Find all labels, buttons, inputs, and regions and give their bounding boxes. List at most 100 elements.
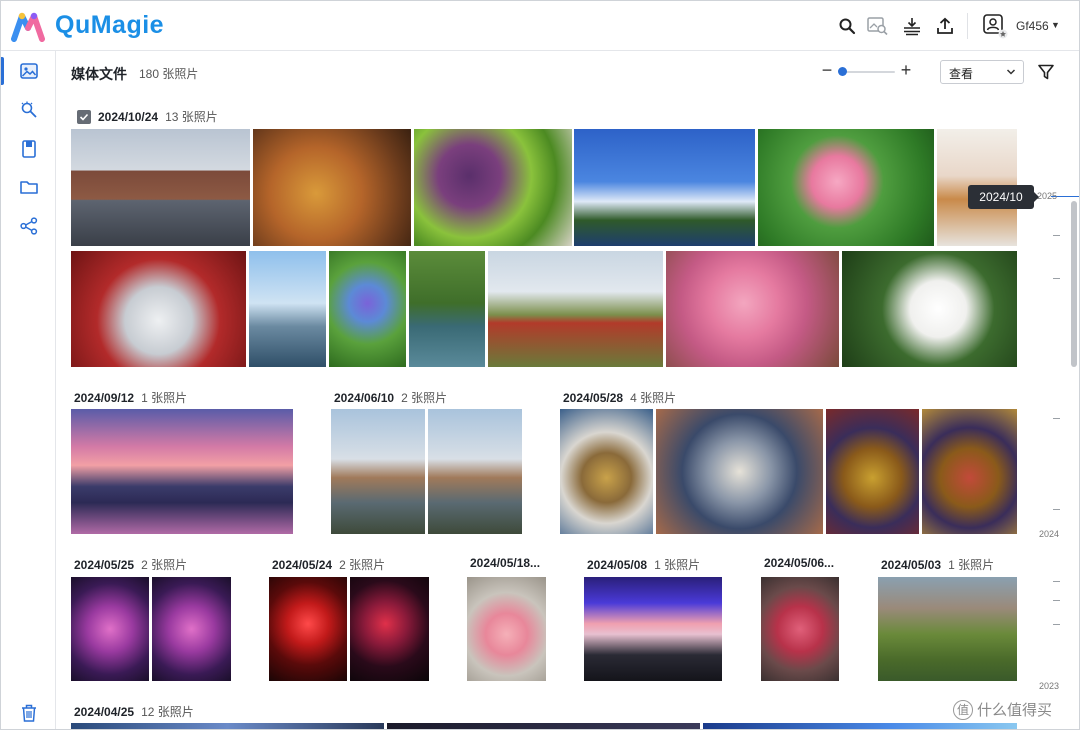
group-header-2024-05-24: 2024/05/24 2 张照片 bbox=[272, 556, 385, 573]
group-count: 4 张照片 bbox=[630, 391, 677, 405]
page-photo-count: 180 张照片 bbox=[139, 67, 199, 81]
photo-purple-hands-1[interactable] bbox=[71, 577, 149, 681]
timeline-tick bbox=[1053, 581, 1060, 582]
app-name: QuMagie bbox=[55, 11, 165, 39]
filter-icon[interactable] bbox=[1037, 63, 1055, 81]
timeline-year-2025: 2025 bbox=[1037, 191, 1058, 201]
sidebar-item-shared[interactable] bbox=[1, 208, 56, 244]
photo-city-buildings-2[interactable] bbox=[428, 409, 522, 534]
timeline-scrollbar-thumb[interactable] bbox=[1071, 201, 1077, 367]
photo-partial-3[interactable] bbox=[703, 723, 1017, 729]
chevron-down-icon bbox=[1006, 69, 1016, 75]
photo-picnic[interactable] bbox=[878, 577, 1017, 681]
group-date: 2024/05/28 bbox=[563, 390, 624, 405]
group-count: 1 张照片 bbox=[654, 558, 701, 572]
image-search-icon[interactable] bbox=[867, 15, 889, 37]
folder-icon bbox=[19, 181, 38, 194]
photo-blue-flower[interactable] bbox=[329, 251, 406, 367]
zoom-slider[interactable] bbox=[837, 67, 895, 76]
timeline-tick bbox=[1053, 624, 1060, 625]
timeline-year-2023: 2023 bbox=[1039, 681, 1060, 691]
zoom-slider-handle[interactable] bbox=[837, 67, 847, 76]
group-date: 2024/09/12 bbox=[74, 390, 135, 405]
photo-partial-1[interactable] bbox=[71, 723, 384, 729]
photo-brick-warehouse[interactable] bbox=[71, 129, 250, 246]
timeline-tick bbox=[1053, 509, 1060, 510]
photo-boat[interactable] bbox=[249, 251, 326, 367]
group-header-2024-05-08: 2024/05/08 1 张照片 bbox=[587, 556, 700, 573]
magic-wand-icon bbox=[21, 101, 37, 118]
sidebar-item-trash[interactable] bbox=[1, 695, 56, 729]
album-icon bbox=[21, 140, 36, 158]
photo-tractor[interactable] bbox=[488, 251, 663, 367]
photo-market-plates-2[interactable] bbox=[922, 409, 1017, 534]
zoom-in-button[interactable]: + bbox=[898, 60, 914, 81]
group-header-2024-05-06: 2024/05/06... bbox=[764, 556, 834, 570]
timeline-tooltip: 2024/10 bbox=[968, 185, 1039, 209]
group-date: 2024/05/03 bbox=[881, 557, 942, 572]
group-select-checkbox[interactable] bbox=[77, 109, 91, 124]
photo-market-plates-1[interactable] bbox=[826, 409, 919, 534]
photo-desk-setup[interactable] bbox=[584, 577, 722, 681]
sidebar-item-photos[interactable] bbox=[1, 53, 56, 89]
photo-ceramic-plates[interactable] bbox=[656, 409, 823, 534]
photo-cherry-blossom[interactable] bbox=[666, 251, 839, 367]
photo-race-car[interactable] bbox=[71, 251, 246, 367]
sidebar-item-smart-albums[interactable] bbox=[1, 92, 56, 128]
group-count: 1 张照片 bbox=[141, 391, 188, 405]
sidebar-item-albums[interactable] bbox=[1, 131, 56, 167]
group-date: 2024/10/24 bbox=[98, 109, 159, 124]
timeline-year-2024: 2024 bbox=[1039, 529, 1060, 539]
photo-city-buildings-1[interactable] bbox=[331, 409, 425, 534]
user-menu-caret-icon[interactable]: ▼ bbox=[1051, 20, 1060, 30]
photo-sunset-harbor[interactable] bbox=[71, 409, 293, 534]
upload-icon[interactable] bbox=[934, 15, 956, 37]
timeline-tick bbox=[1053, 600, 1060, 601]
group-date: 2024/04/25 bbox=[74, 704, 135, 719]
sidebar bbox=[1, 51, 56, 729]
group-header-2024-05-03: 2024/05/03 1 张照片 bbox=[881, 556, 994, 573]
user-avatar-icon[interactable] bbox=[982, 13, 1008, 39]
sidebar-item-folders[interactable] bbox=[1, 169, 56, 205]
page-title: 媒体文件 bbox=[71, 66, 127, 82]
photo-river-trees[interactable] bbox=[409, 251, 485, 367]
photo-pink-rose[interactable] bbox=[758, 129, 934, 246]
photo-peonies[interactable] bbox=[467, 577, 546, 681]
photo-red-light-2[interactable] bbox=[350, 577, 429, 681]
group-header-2024-09-12: 2024/09/12 1 张照片 bbox=[74, 389, 187, 406]
timeline-tick bbox=[1053, 235, 1060, 236]
photo-food-vegetables[interactable] bbox=[414, 129, 572, 246]
photo-purple-hands-2[interactable] bbox=[152, 577, 231, 681]
top-bar: QuMagie Gf456 ▼ bbox=[1, 1, 1079, 51]
background-tasks-icon[interactable] bbox=[901, 15, 923, 37]
photo-blue-sky[interactable] bbox=[574, 129, 755, 246]
view-select[interactable]: 查看 bbox=[940, 60, 1024, 84]
photo-white-cyclamen[interactable] bbox=[842, 251, 1017, 367]
zoom-out-button[interactable]: − bbox=[819, 60, 835, 81]
trash-icon bbox=[21, 704, 36, 722]
username[interactable]: Gf456 bbox=[1016, 19, 1049, 33]
group-count: 2 张照片 bbox=[141, 558, 188, 572]
photos-icon bbox=[19, 63, 38, 79]
group-header-2024-04-25: 2024/04/25 12 张照片 bbox=[74, 703, 194, 720]
group-date: 2024/05/25 bbox=[74, 557, 135, 572]
timeline-tick bbox=[1053, 278, 1060, 279]
photo-strawberry-bears[interactable] bbox=[761, 577, 839, 681]
watermark-text: 什么值得买 bbox=[977, 702, 1053, 719]
qumagie-logo-icon[interactable] bbox=[11, 10, 45, 42]
photo-red-light-1[interactable] bbox=[269, 577, 347, 681]
photo-food-stew[interactable] bbox=[253, 129, 411, 246]
share-icon bbox=[19, 217, 37, 235]
group-count: 12 张照片 bbox=[141, 705, 194, 719]
view-select-value: 查看 bbox=[949, 67, 974, 81]
toolbar-divider bbox=[967, 13, 968, 39]
photo-teapots[interactable] bbox=[560, 409, 653, 534]
watermark-logo-icon: 值 bbox=[953, 699, 973, 720]
group-header-2024-05-18: 2024/05/18... bbox=[470, 556, 540, 570]
search-icon[interactable] bbox=[836, 15, 858, 37]
photo-partial-2[interactable] bbox=[387, 723, 700, 729]
group-header-2024-05-28: 2024/05/28 4 张照片 bbox=[563, 389, 676, 406]
group-date: 2024/05/06... bbox=[764, 556, 835, 570]
timeline-scrubber[interactable]: 2025 2024 2023 bbox=[1037, 93, 1079, 729]
group-header-2024-10-24: 2024/10/24 13 张照片 bbox=[77, 108, 218, 125]
